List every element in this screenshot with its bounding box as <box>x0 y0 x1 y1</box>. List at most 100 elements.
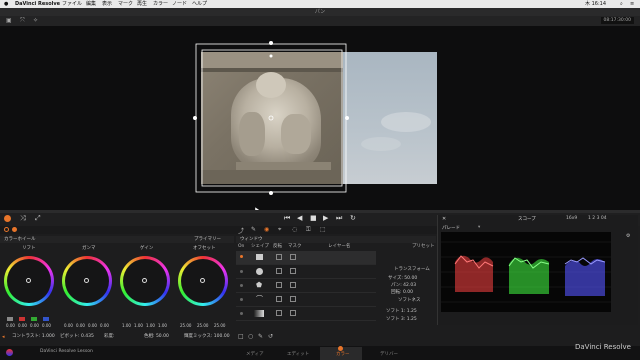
soft3-value[interactable]: ソフト 3: 1.25 <box>386 316 417 322</box>
curves-icon[interactable]: ⤴ <box>238 226 244 235</box>
menu-edit[interactable]: 編集 <box>86 0 96 8</box>
page-tab-color[interactable]: カラー <box>336 351 350 357</box>
offset-wheel-handle[interactable] <box>200 278 205 283</box>
mask-toggle[interactable] <box>290 282 296 288</box>
menu-view[interactable]: 表示 <box>102 0 112 8</box>
size-value[interactable]: サイズ: 50.00 <box>388 275 417 281</box>
window-on-dot[interactable] <box>240 312 243 315</box>
page-tab-deliver[interactable]: デリバー <box>380 351 398 357</box>
window-on-dot[interactable] <box>240 284 243 287</box>
circle-window-icon[interactable]: ○ <box>248 333 253 340</box>
tracker-icon[interactable]: ⌖ <box>278 226 281 234</box>
gain-b-value[interactable]: 1.00 <box>158 323 167 328</box>
lift-y-value[interactable]: 0.00 <box>6 323 15 328</box>
menu-app-name[interactable]: DaVinci Resolve <box>15 0 60 8</box>
go-to-start-icon[interactable]: ⏮ <box>284 214 290 223</box>
gain-r-value[interactable]: 1.00 <box>134 323 143 328</box>
window-row-polygon[interactable]: ⬟ <box>236 279 376 293</box>
gamma-wheel[interactable] <box>62 256 112 306</box>
invert-toggle[interactable] <box>276 282 282 288</box>
soft1-value[interactable]: ソフト 1: 1.25 <box>386 308 417 314</box>
pen-window-icon[interactable]: ✎ <box>258 333 263 340</box>
pivot-value[interactable]: ピボット: 0.435 <box>60 333 94 341</box>
gradient-shape-icon[interactable] <box>254 310 264 317</box>
scope-pager[interactable]: 1 2 3 04 <box>588 216 607 221</box>
lift-wheel[interactable] <box>4 256 54 306</box>
window-center-handle[interactable] <box>268 115 274 121</box>
gain-y-value[interactable]: 1.00 <box>122 323 131 328</box>
split-view-icon[interactable]: ▣ <box>6 17 12 24</box>
scope-mode-dropdown-icon[interactable]: ▾ <box>478 225 480 230</box>
shuffle-icon[interactable]: ⤨ <box>20 214 26 223</box>
menu-node[interactable]: ノード <box>172 0 187 8</box>
gain-g-value[interactable]: 1.00 <box>146 323 155 328</box>
page-nav-icon[interactable]: ◂ <box>2 333 5 341</box>
invert-toggle[interactable] <box>276 254 282 260</box>
offset-b-value[interactable]: 25.00 <box>214 323 225 328</box>
window-row-gradient[interactable] <box>236 307 376 321</box>
play-reverse-icon[interactable]: ◀ <box>297 214 302 222</box>
linear-shape-icon[interactable] <box>256 254 263 260</box>
scope-close-icon[interactable]: ✕ <box>442 216 446 222</box>
apple-icon[interactable]: ● <box>4 0 8 8</box>
window-row-circle[interactable] <box>236 265 376 279</box>
scope-aspect[interactable]: 16x9 <box>566 216 577 221</box>
lift-r-value[interactable]: 0.00 <box>18 323 27 328</box>
menu-file[interactable]: ファイル <box>62 0 82 8</box>
invert-toggle[interactable] <box>276 268 282 274</box>
mask-toggle[interactable] <box>290 310 296 316</box>
window-on-dot[interactable] <box>240 298 243 301</box>
rotate-value[interactable]: 回転: 0.00 <box>391 289 413 295</box>
circle-shape-icon[interactable] <box>256 268 263 275</box>
gamma-y-value[interactable]: 0.00 <box>64 323 73 328</box>
gamma-wheel-handle[interactable] <box>84 278 89 283</box>
play-icon[interactable]: ▶ <box>323 214 328 222</box>
gain-wheel[interactable] <box>120 256 170 306</box>
lift-g-value[interactable]: 0.00 <box>30 323 39 328</box>
viewer-mode-icon[interactable] <box>4 215 11 222</box>
lift-wheel-handle[interactable] <box>26 278 31 283</box>
mask-toggle[interactable] <box>290 296 296 302</box>
color-wheels-icon[interactable] <box>12 227 17 232</box>
menu-play[interactable]: 再生 <box>137 0 147 8</box>
page-tab-edit[interactable]: エディット <box>287 351 309 357</box>
window-inner-shape[interactable] <box>201 49 343 187</box>
window-handle-bottom[interactable] <box>269 191 273 195</box>
gamma-r-value[interactable]: 0.00 <box>76 323 85 328</box>
menu-mark[interactable]: マーク <box>118 0 133 8</box>
magic-wand-icon[interactable]: ✧ <box>33 17 38 24</box>
gamma-b-value[interactable]: 0.00 <box>100 323 109 328</box>
invert-toggle[interactable] <box>276 296 282 302</box>
lum-mix-value[interactable]: 輝度ミックス: 100.00 <box>184 333 230 341</box>
page-tab-media[interactable]: メディア <box>246 351 264 357</box>
menu-list-icon[interactable]: ≡ <box>630 0 634 8</box>
lift-b-value[interactable]: 0.00 <box>42 323 51 328</box>
window-handle-right[interactable] <box>345 116 349 120</box>
primary-label[interactable]: プライマリー <box>194 236 221 243</box>
window-overlay[interactable] <box>190 38 360 200</box>
stop-icon[interactable]: ■ <box>310 214 317 222</box>
hue-value[interactable]: 色相: 50.00 <box>144 333 169 341</box>
offset-r-value[interactable]: 25.00 <box>180 323 191 328</box>
offset-g-value[interactable]: 25.00 <box>197 323 208 328</box>
qualifier-icon[interactable]: ✎ <box>251 226 256 233</box>
scope-settings-icon[interactable]: ⚙ <box>626 233 630 239</box>
square-window-icon[interactable]: □ <box>238 333 244 340</box>
saturation-label[interactable]: 彩度: <box>104 333 115 341</box>
mask-toggle[interactable] <box>290 254 296 260</box>
spotlight-icon[interactable]: ⌕ <box>620 0 623 8</box>
camera-raw-icon[interactable] <box>4 227 9 232</box>
window-tool-icon[interactable]: ◉ <box>264 226 269 233</box>
window-row-linear[interactable] <box>236 251 376 265</box>
key-icon[interactable]: ⚿ <box>306 226 311 234</box>
polygon-shape-icon[interactable]: ⬟ <box>256 281 262 289</box>
window-handle-left[interactable] <box>193 116 197 120</box>
curve-shape-icon[interactable]: ⌒ <box>256 294 263 304</box>
scope-mode[interactable]: パレード <box>442 225 460 231</box>
blur-icon[interactable]: ◌ <box>292 226 297 233</box>
sizing-icon[interactable]: ⬚ <box>320 226 326 233</box>
window-row-curve[interactable]: ⌒ <box>236 293 376 307</box>
menu-color[interactable]: カラー <box>153 0 168 8</box>
window-rotate-handle[interactable] <box>269 54 273 58</box>
window-handle-top[interactable] <box>269 41 273 45</box>
